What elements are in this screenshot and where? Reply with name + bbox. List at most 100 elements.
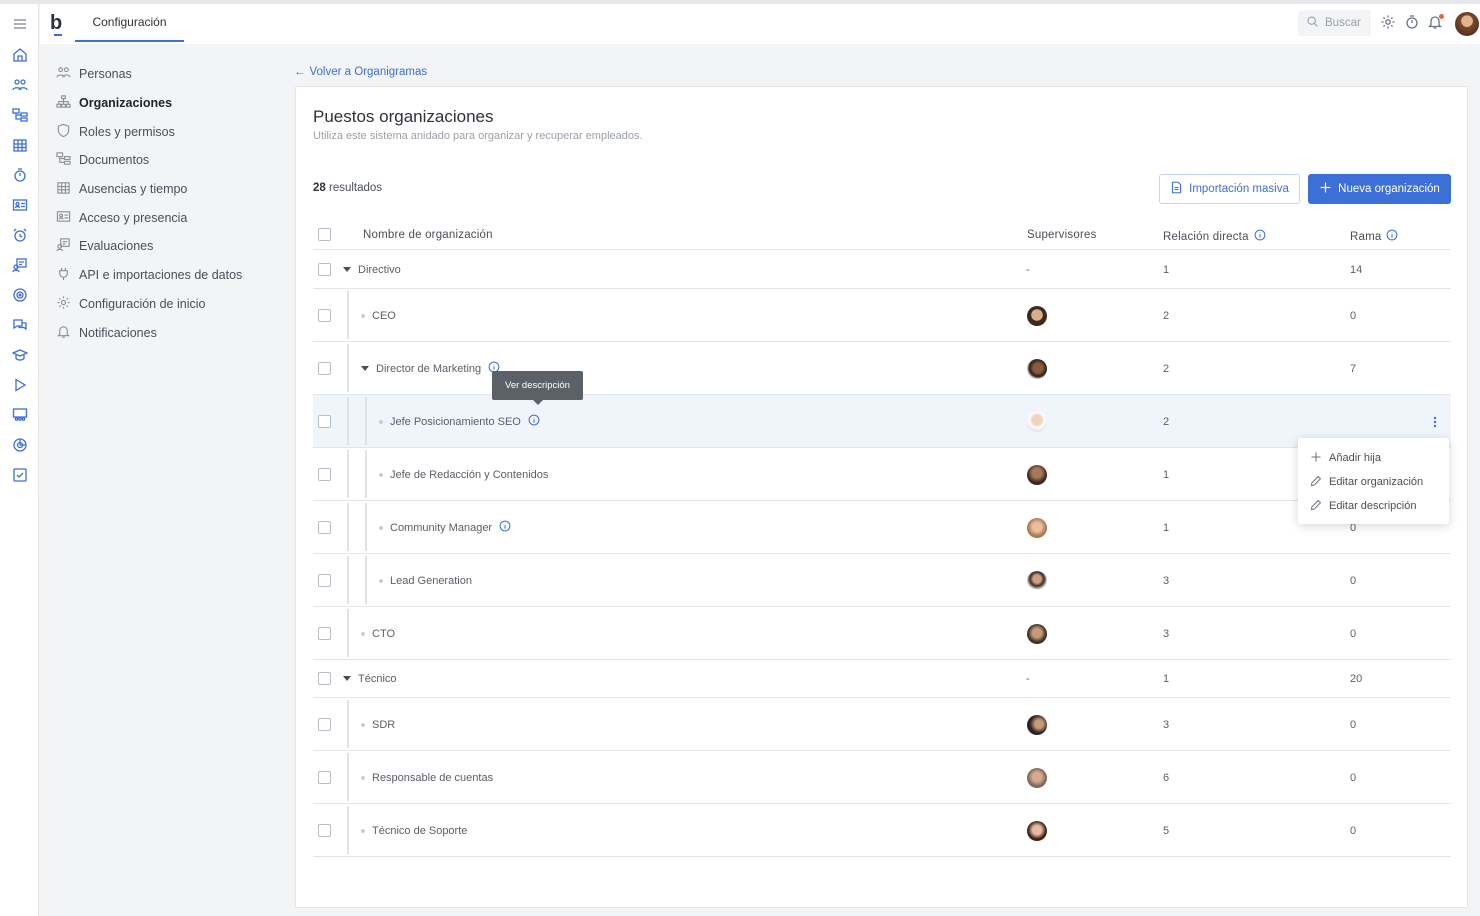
table-row[interactable]: CTO 3 0 [313, 607, 1451, 660]
sidebar-item-api[interactable]: API e importaciones de datos [56, 261, 286, 290]
supervisor-avatar[interactable] [1027, 305, 1047, 326]
table-row[interactable]: Responsable de cuentas 6 0 [313, 751, 1451, 804]
caret-down-icon[interactable] [343, 676, 351, 681]
new-organization-button[interactable]: Nueva organización [1308, 174, 1451, 204]
play-icon[interactable] [10, 375, 30, 395]
sidebar-item-ausencias[interactable]: Ausencias y tiempo [56, 175, 286, 204]
graduation-cap-icon[interactable] [10, 345, 30, 365]
org-name[interactable]: CTO [372, 628, 395, 640]
row-checkbox[interactable] [318, 823, 331, 837]
hamburger-menu-icon[interactable] [10, 14, 30, 34]
bell-icon[interactable] [1427, 14, 1445, 32]
caret-down-icon[interactable] [343, 267, 351, 272]
table-row[interactable]: Técnico de Soporte 5 0 [313, 804, 1451, 857]
column-direct[interactable]: Relación directa [1163, 229, 1266, 244]
org-name[interactable]: Lead Generation [390, 575, 472, 587]
row-checkbox[interactable] [318, 262, 331, 276]
table-row[interactable]: Jefe de Redacción y Contenidos 1 [313, 448, 1451, 501]
column-supervisors[interactable]: Supervisores [1027, 229, 1097, 241]
org-name[interactable]: Community Manager [390, 522, 492, 534]
user-avatar[interactable] [1455, 12, 1479, 36]
org-name[interactable]: Técnico [358, 673, 397, 685]
org-name-cell: SDR [361, 698, 395, 751]
column-branch[interactable]: Rama [1350, 229, 1398, 244]
supervisor-avatar[interactable] [1027, 714, 1047, 735]
org-name[interactable]: SDR [372, 719, 395, 731]
org-name[interactable]: Jefe Posicionamiento SEO [390, 416, 521, 428]
row-checkbox[interactable] [318, 308, 331, 322]
org-name[interactable]: Directivo [358, 264, 401, 276]
supervisor-avatar[interactable] [1027, 517, 1047, 538]
info-icon[interactable] [528, 414, 540, 429]
table-row[interactable]: Jefe Posicionamiento SEO 2 [313, 395, 1451, 448]
row-checkbox[interactable] [318, 520, 331, 534]
gear-icon[interactable] [1380, 14, 1398, 32]
org-name[interactable]: Técnico de Soporte [372, 825, 467, 837]
kebab-menu-icon[interactable] [1433, 416, 1437, 431]
sidebar-item-personas[interactable]: Personas [56, 60, 286, 89]
org-name[interactable]: Responsable de cuentas [372, 772, 493, 784]
org-chart-icon[interactable] [10, 105, 30, 125]
menu-item-add-child[interactable]: Añadir hija [1298, 446, 1449, 470]
table-row[interactable]: Director de Marketing 2 7 [313, 342, 1451, 395]
menu-item-edit-description[interactable]: Editar descripción [1298, 494, 1449, 518]
row-checkbox[interactable] [318, 626, 331, 640]
row-checkbox[interactable] [318, 361, 331, 375]
people-icon[interactable] [10, 75, 30, 95]
pie-chart-icon[interactable] [10, 435, 30, 455]
select-all-checkbox[interactable] [318, 228, 331, 241]
org-name[interactable]: Director de Marketing [376, 363, 481, 375]
menu-item-edit-organization[interactable]: Editar organización [1298, 470, 1449, 494]
table-row[interactable]: Lead Generation 3 0 [313, 554, 1451, 607]
tab-configuracion[interactable]: Configuración [75, 4, 184, 42]
alarm-icon[interactable] [10, 225, 30, 245]
sidebar-item-organizaciones[interactable]: Organizaciones [56, 89, 286, 118]
table-row[interactable]: CEO 2 0 [313, 289, 1451, 342]
org-name[interactable]: Jefe de Redacción y Contenidos [390, 469, 548, 481]
info-icon[interactable] [1386, 229, 1398, 244]
table-row[interactable]: Técnico - 1 20 [313, 659, 1451, 698]
sidebar-item-acceso[interactable]: Acceso y presencia [56, 203, 286, 232]
supervisor-avatar[interactable] [1027, 767, 1047, 788]
row-checkbox[interactable] [318, 573, 331, 587]
stopwatch-icon[interactable] [10, 165, 30, 185]
row-checkbox[interactable] [318, 671, 331, 685]
info-icon[interactable] [1254, 229, 1266, 244]
bullet-icon [361, 631, 365, 636]
supervisor-avatar[interactable] [1027, 820, 1047, 841]
checklist-icon[interactable] [10, 465, 30, 485]
app-logo[interactable]: b [50, 12, 62, 36]
sidebar-item-evaluaciones[interactable]: Evaluaciones [56, 232, 286, 261]
presentation-icon[interactable] [10, 405, 30, 425]
row-checkbox[interactable] [318, 717, 331, 731]
chat-icon[interactable] [10, 315, 30, 335]
target-icon[interactable] [10, 285, 30, 305]
supervisor-avatar[interactable] [1027, 570, 1047, 591]
row-checkbox[interactable] [318, 414, 331, 428]
home-icon[interactable] [10, 45, 30, 65]
table-row[interactable]: SDR 3 0 [313, 698, 1451, 751]
back-link[interactable]: ← Volver a Organigramas [294, 66, 427, 78]
supervisor-avatar[interactable] [1027, 464, 1047, 485]
bulk-import-button[interactable]: Importación masiva [1159, 174, 1300, 204]
info-icon[interactable] [499, 520, 511, 535]
id-card-icon[interactable] [10, 195, 30, 215]
sidebar-item-config-inicio[interactable]: Configuración de inicio [56, 290, 286, 319]
table-row[interactable]: Directivo - 1 14 [313, 250, 1451, 289]
search-box[interactable]: Buscar [1298, 10, 1371, 36]
review-icon[interactable] [10, 255, 30, 275]
supervisor-avatar[interactable] [1027, 623, 1047, 644]
row-checkbox[interactable] [318, 467, 331, 481]
caret-down-icon[interactable] [361, 366, 369, 371]
row-checkbox[interactable] [318, 770, 331, 784]
supervisor-avatar[interactable] [1027, 411, 1047, 432]
calendar-icon[interactable] [10, 135, 30, 155]
column-name[interactable]: Nombre de organización [363, 229, 493, 241]
table-row[interactable]: Community Manager 1 0 [313, 501, 1451, 554]
supervisor-avatar[interactable] [1027, 358, 1047, 379]
sidebar-item-documentos[interactable]: Documentos [56, 146, 286, 175]
org-name[interactable]: CEO [372, 310, 396, 322]
sidebar-item-roles[interactable]: Roles y permisos [56, 117, 286, 146]
sidebar-item-notificaciones[interactable]: Notificaciones [56, 318, 286, 347]
stopwatch-icon[interactable] [1404, 14, 1422, 32]
